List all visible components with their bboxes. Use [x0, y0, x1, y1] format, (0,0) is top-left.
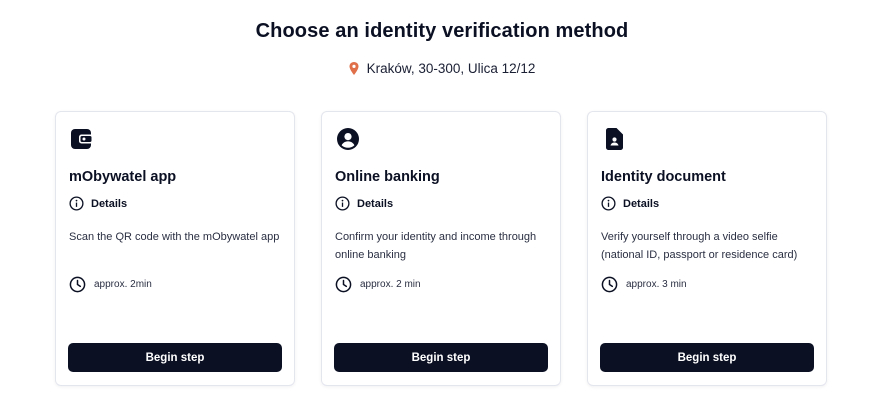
card-title: Online banking	[335, 169, 440, 185]
user-circle-icon	[337, 128, 359, 150]
duration-row: approx. 2min	[69, 276, 152, 293]
begin-step-button[interactable]: Begin step	[68, 343, 282, 372]
duration-row: approx. 2 min	[335, 276, 421, 293]
method-card-online-banking: Online banking Details Confirm your iden…	[321, 111, 561, 386]
location-text: Kraków, 30-300, Ulica 12/12	[366, 61, 536, 76]
clock-icon	[601, 276, 618, 293]
clock-icon	[69, 276, 86, 293]
details-link[interactable]: Details	[601, 196, 659, 211]
map-pin-icon	[349, 62, 359, 75]
page-title: Choose an identity verification method	[255, 20, 629, 42]
begin-step-button[interactable]: Begin step	[600, 343, 814, 372]
details-link[interactable]: Details	[335, 196, 393, 211]
card-description: Verify yourself through a video selfie (…	[601, 231, 798, 261]
duration-text: approx. 2min	[94, 279, 152, 290]
card-description: Confirm your identity and income through…	[335, 231, 537, 261]
details-label: Details	[357, 197, 394, 210]
info-icon	[601, 196, 616, 211]
location-line: Kraków, 30-300, Ulica 12/12	[0, 61, 884, 76]
clock-icon	[335, 276, 352, 293]
info-icon	[69, 196, 84, 211]
details-label: Details	[623, 197, 660, 210]
wallet-icon	[71, 129, 93, 149]
duration-row: approx. 3 min	[601, 276, 687, 293]
card-title: Identity document	[601, 169, 726, 185]
method-card-identity-document: Identity document Details Verify yoursel…	[587, 111, 827, 386]
card-description: Scan the QR code with the mObywatel app	[69, 231, 280, 243]
duration-text: approx. 3 min	[626, 279, 687, 290]
duration-text: approx. 2 min	[360, 279, 421, 290]
id-document-icon	[606, 128, 623, 150]
details-label: Details	[91, 197, 128, 210]
method-card-mobywatel: mObywatel app Details Scan the QR code w…	[55, 111, 295, 386]
details-link[interactable]: Details	[69, 196, 127, 211]
card-title: mObywatel app	[69, 169, 177, 185]
begin-step-button[interactable]: Begin step	[334, 343, 548, 372]
info-icon	[335, 196, 350, 211]
